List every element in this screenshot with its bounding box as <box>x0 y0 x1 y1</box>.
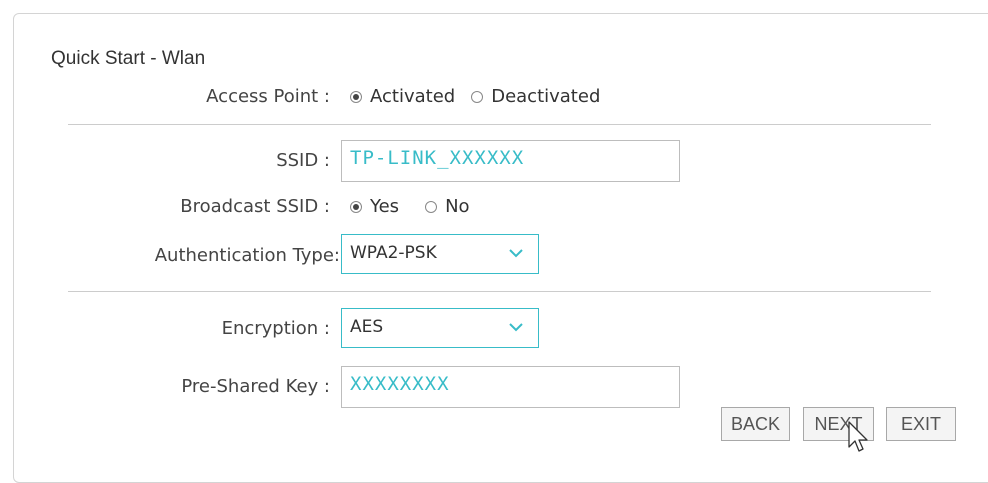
mouse-pointer-icon <box>848 421 868 452</box>
broadcast-ssid-no-label: No <box>445 196 470 217</box>
page-title: Quick Start - Wlan <box>51 48 206 69</box>
exit-button[interactable]: EXIT <box>886 407 956 441</box>
encryption-select[interactable]: AES <box>341 308 539 348</box>
section-divider <box>68 291 931 292</box>
pre-shared-key-input[interactable]: XXXXXXXX <box>341 366 680 408</box>
access-point-activated-label: Activated <box>370 86 456 107</box>
chevron-down-icon[interactable] <box>508 245 524 261</box>
broadcast-ssid-yes-radio[interactable]: Yes <box>350 196 399 217</box>
broadcast-ssid-radio-group: Yes No <box>350 196 486 217</box>
authentication-type-label: Authentication Type: <box>154 245 340 266</box>
chevron-down-icon[interactable] <box>508 319 524 335</box>
access-point-label: Access Point : <box>206 86 330 107</box>
broadcast-ssid-label: Broadcast SSID : <box>180 196 330 217</box>
radio-unchecked-icon[interactable] <box>471 90 484 103</box>
access-point-deactivated-label: Deactivated <box>491 86 601 107</box>
radio-checked-icon[interactable] <box>350 90 362 103</box>
access-point-activated-radio[interactable]: Activated <box>350 86 455 107</box>
encryption-value: AES <box>350 317 384 337</box>
back-button[interactable]: BACK <box>721 407 790 441</box>
broadcast-ssid-no-radio[interactable]: No <box>425 196 470 217</box>
radio-checked-icon[interactable] <box>350 200 362 213</box>
ssid-label: SSID : <box>276 150 330 171</box>
authentication-type-value: WPA2-PSK <box>350 243 437 263</box>
access-point-radio-group: Activated Deactivated <box>350 86 616 107</box>
radio-unchecked-icon[interactable] <box>425 200 438 213</box>
access-point-deactivated-radio[interactable]: Deactivated <box>471 86 600 107</box>
authentication-type-select[interactable]: WPA2-PSK <box>341 234 539 274</box>
pre-shared-key-label: Pre-Shared Key : <box>181 376 330 397</box>
ssid-input[interactable]: TP-LINK_XXXXXX <box>341 140 680 182</box>
broadcast-ssid-yes-label: Yes <box>370 196 400 217</box>
encryption-label: Encryption : <box>221 318 330 339</box>
section-divider <box>68 124 931 125</box>
